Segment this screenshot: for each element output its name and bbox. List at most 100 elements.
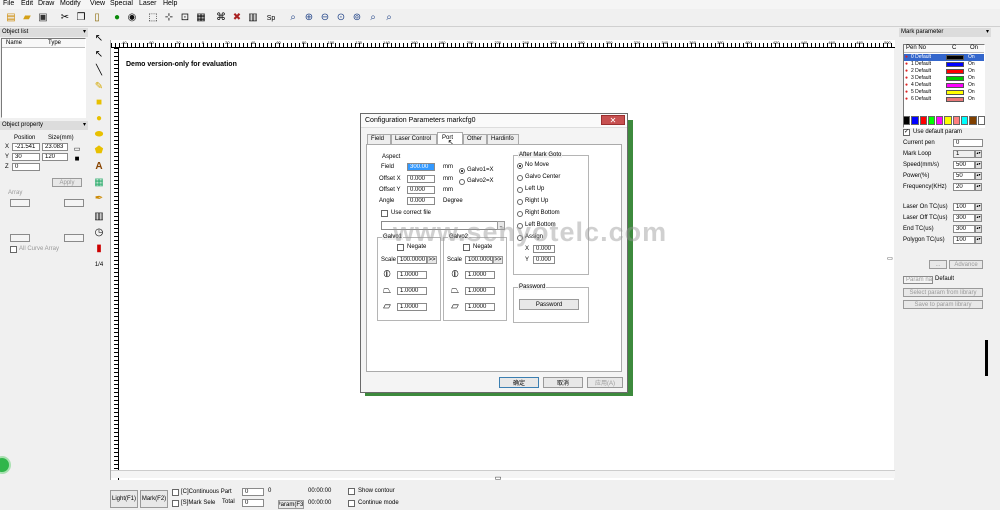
part-field[interactable]: 0 [242,488,264,496]
panel-menu-icon[interactable]: ▾ [83,121,86,128]
galvo2-coef-c-input[interactable]: 1.0000 [465,303,495,311]
total-field[interactable]: 0 [242,499,264,507]
pen-on-state[interactable]: On [968,61,975,68]
circle-icon[interactable]: ● [92,112,106,126]
galvo1-coef-b-input[interactable]: 1.0000 [397,287,427,295]
polygon-tc-spinner[interactable]: ▴▾ [975,236,982,244]
pen-row[interactable]: ● 0 Default On [904,54,984,61]
mark-loop-field[interactable]: 1 [953,150,975,158]
zoom-select-icon[interactable]: ⌕ [382,11,396,25]
palette-color-swatch[interactable] [903,116,911,125]
array-dx-field[interactable] [10,234,30,242]
stop-icon[interactable]: ◉ [125,11,139,25]
field-size-input[interactable]: 300.00 [407,163,435,171]
power-field[interactable]: 50 [953,172,975,180]
io-icon[interactable]: ▮ [92,242,106,256]
array-dy-field[interactable] [64,234,84,242]
galvo1-x-radio[interactable] [459,168,465,174]
galvo1-coef-c-input[interactable]: 1.0000 [397,303,427,311]
scale1-button[interactable]: >> [427,256,437,264]
transform-icon[interactable]: ⊡ [178,11,192,25]
mark-loop-spinner[interactable]: ▴▾ [975,150,982,158]
hatch-icon[interactable]: ▦ [194,11,208,25]
menu-file[interactable]: File [3,0,14,7]
side-chat-icon[interactable] [0,456,11,474]
show-contour-checkbox[interactable] [348,488,355,495]
vector-file-icon[interactable]: ✒ [92,192,106,206]
pen-row[interactable]: ● 6 Default On [904,96,984,103]
panel-splitter-icon[interactable]: ▭ [886,255,894,263]
palette-color-swatch[interactable] [911,116,919,125]
continuous-checkbox[interactable] [172,489,179,496]
laser-off-tc-spinner[interactable]: ▴▾ [975,214,982,222]
pen-row[interactable]: ● 5 Default On [904,89,984,96]
zoom-fit-icon[interactable]: ⊚ [350,11,364,25]
palette-color-swatch[interactable] [977,116,985,125]
select-icon[interactable]: ⬚ [146,11,160,25]
pen-on-state[interactable]: On [968,96,975,103]
palette-color-swatch[interactable] [952,116,961,125]
tab-hardinfo[interactable]: Hardinfo [487,134,519,144]
polygon-icon[interactable]: ⬟ [92,144,106,158]
spin-icon[interactable]: ▥ [246,11,260,25]
palette-color-swatch[interactable] [919,116,927,125]
canvas-scrollbar[interactable] [111,470,895,478]
pen-color-swatch[interactable] [946,55,964,60]
use-correct-file-checkbox[interactable] [381,210,388,217]
save-param-button[interactable]: Save to param library [903,300,983,309]
select-param-button[interactable]: Select param from library [903,288,983,297]
node-icon[interactable]: ⊹ [162,11,176,25]
mark-button[interactable]: Mark(F2) [140,490,168,508]
menu-laser[interactable]: Laser [139,0,157,7]
offset-y-input[interactable]: 0.000 [407,186,435,194]
end-tc-spinner[interactable]: ▴▾ [975,225,982,233]
pen-color-swatch[interactable] [946,69,964,74]
tab-other[interactable]: Other [463,134,487,144]
z-position-field[interactable]: 0 [12,163,40,171]
tab-laser-control[interactable]: Laser Control [391,134,437,144]
pen-on-state[interactable]: On [968,68,975,75]
pointer-icon[interactable]: ↖ [92,32,106,46]
column-type[interactable]: Type [48,40,61,46]
pen-color-swatch[interactable] [946,90,964,95]
pen-color-swatch[interactable] [946,97,964,102]
galvo2-coef-b-input[interactable]: 1.0000 [465,287,495,295]
save-icon[interactable]: ▣ [36,11,50,25]
tab-field[interactable]: Field [367,134,391,144]
canvas-resize-icon[interactable]: ▭ [494,474,502,482]
ellipse-icon[interactable]: ⬬ [92,128,106,142]
open-file-icon[interactable]: ▰ [20,11,34,25]
paste-icon[interactable]: ▯ [90,11,104,25]
new-file-icon[interactable]: ▤ [4,11,18,25]
use-default-param-checkbox[interactable]: ✓ [903,129,910,136]
laser-off-tc-field[interactable]: 300 [953,214,975,222]
array-col-field[interactable] [10,199,30,207]
palette-color-swatch[interactable] [927,116,936,125]
pen-row[interactable]: ● 2 Default On [904,68,984,75]
left-up-radio[interactable] [517,187,523,193]
param-button[interactable]: Param(F3) [278,500,304,509]
object-list-table[interactable]: Name Type [1,38,86,118]
polygon-tc-field[interactable]: 100 [953,236,975,244]
x-position-field[interactable]: -21.541 [12,143,40,151]
text-icon[interactable]: A [92,160,106,174]
pen-color-swatch[interactable] [946,83,964,88]
scale2-input[interactable]: 100.0000 [465,256,493,264]
frequency-field[interactable]: 20 [953,183,975,191]
pen-on-state[interactable]: On [968,54,975,61]
current-pen-field[interactable]: 0 [953,139,983,147]
pen-on-state[interactable]: On [968,89,975,96]
pen-on-state[interactable]: On [968,75,975,82]
laser-on-tc-field[interactable]: 100 [953,203,975,211]
curve-icon[interactable]: ✎ [92,80,106,94]
pen-color-swatch[interactable] [946,76,964,81]
timer-icon[interactable]: ◷ [92,226,106,240]
frequency-spinner[interactable]: ▴▾ [975,183,982,191]
lock-ratio-icon[interactable]: ▭ [72,145,82,153]
column-name[interactable]: Name [6,40,22,46]
all-curve-array-checkbox[interactable] [10,246,17,253]
panel-menu-icon[interactable]: ▾ [986,28,989,35]
angle-input[interactable]: 0.000 [407,197,435,205]
zoom-prev-icon[interactable]: ⌕ [366,11,380,25]
more-button[interactable]: ... [929,260,947,269]
